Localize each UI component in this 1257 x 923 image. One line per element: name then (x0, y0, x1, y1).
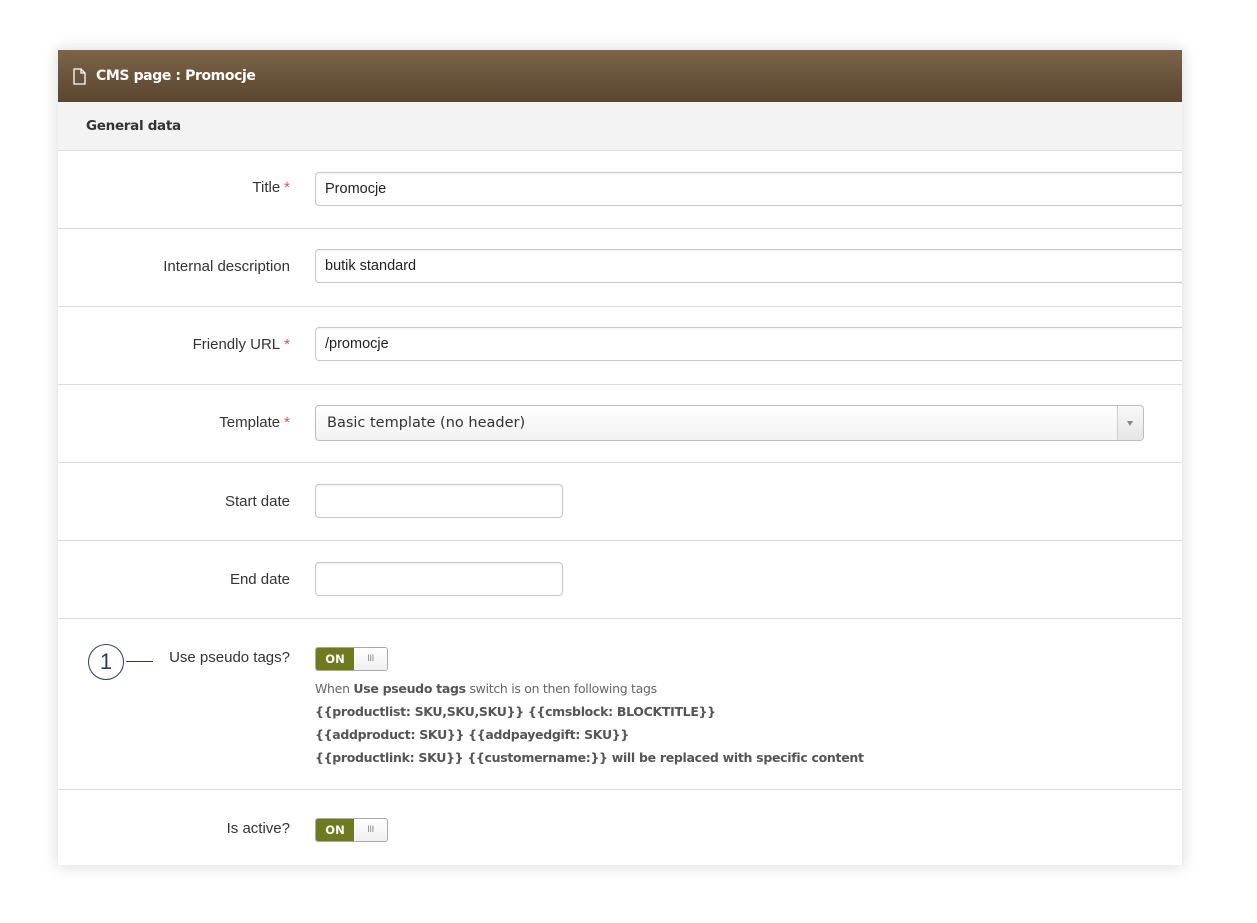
friendly-url-label: Friendly URL * (193, 336, 290, 353)
form-row-use-pseudo-tags: Use pseudo tags? ON III When Use pseudo … (58, 619, 1182, 790)
pseudo-tags-help-text: When Use pseudo tags switch is on then f… (315, 677, 864, 769)
callout-number-badge: 1 (88, 644, 124, 680)
friendly-url-label-text: Friendly URL (192, 336, 281, 353)
template-selected-value: Basic template (no header) (327, 415, 526, 431)
template-label: Template * (219, 414, 290, 431)
help-prefix: When (315, 681, 350, 696)
is-active-toggle[interactable]: ON III (315, 818, 388, 842)
help-bold: Use pseudo tags (353, 681, 466, 696)
use-pseudo-tags-toggle[interactable]: ON III (315, 647, 388, 671)
help-line-2: {{productlist: SKU,SKU,SKU}} {{cmsblock:… (315, 704, 716, 719)
section-title: General data (86, 118, 181, 134)
internal-description-label: Internal description (163, 258, 290, 275)
help-line-3: {{addproduct: SKU}} {{addpayedgift: SKU}… (315, 727, 629, 742)
form-row-end-date: End date (58, 541, 1182, 619)
form-row-start-date: Start date (58, 463, 1182, 541)
internal-description-input[interactable]: butik standard (315, 249, 1182, 283)
friendly-url-input[interactable]: /promocje (315, 327, 1182, 361)
panel-title: CMS page : Promocje (96, 68, 256, 84)
form-row-template: Template * Basic template (no header) (58, 385, 1182, 463)
template-label-text: Template (219, 414, 281, 431)
form-row-title: Title * Promocje (58, 151, 1182, 229)
section-header: General data (58, 102, 1182, 151)
toggle-handle-icon[interactable]: III (354, 819, 387, 841)
toggle-handle-icon[interactable]: III (354, 648, 387, 670)
required-mark: * (284, 336, 290, 353)
cms-page-panel: CMS page : Promocje General data Title * … (58, 50, 1182, 865)
toggle-on-label: ON (316, 648, 354, 670)
start-date-label: Start date (224, 493, 290, 510)
toggle-on-label: ON (316, 819, 354, 841)
template-select[interactable]: Basic template (no header) (315, 405, 1144, 441)
end-date-input[interactable] (315, 562, 563, 596)
dropdown-arrow-icon[interactable] (1117, 406, 1143, 440)
form-row-friendly-url: Friendly URL * /promocje (58, 307, 1182, 385)
title-label-text: Title (252, 179, 281, 196)
required-mark: * (284, 414, 290, 431)
form-row-internal-description: Internal description butik standard (58, 229, 1182, 307)
title-label: Title * (252, 179, 290, 196)
title-input[interactable]: Promocje (315, 172, 1182, 206)
is-active-label: Is active? (226, 820, 290, 837)
required-mark: * (284, 179, 290, 196)
panel-titlebar: CMS page : Promocje (58, 50, 1182, 102)
callout-connector-line (126, 661, 153, 662)
start-date-input[interactable] (315, 484, 563, 518)
use-pseudo-tags-label: Use pseudo tags? (169, 649, 290, 666)
end-date-label: End date (229, 571, 290, 588)
help-suffix: switch is on then following tags (469, 681, 657, 696)
document-icon (73, 67, 86, 85)
help-line-4: {{productlink: SKU}} {{customername:}} w… (315, 750, 864, 765)
form-row-is-active: Is active? ON III (58, 790, 1182, 865)
help-line-1: When Use pseudo tags switch is on then f… (315, 677, 864, 700)
